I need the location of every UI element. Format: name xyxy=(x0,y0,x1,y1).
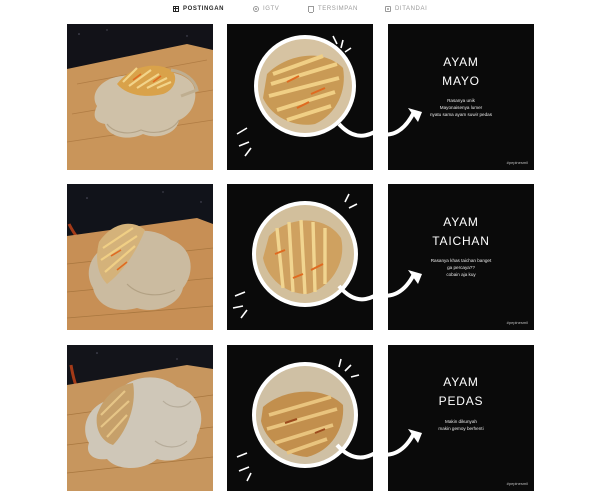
card-desc-line1: Rasanya khas taichan banget xyxy=(430,258,492,263)
post-card-ayam-pedas[interactable]: AYAM PEDAS Makin dikunyah makin gemoy be… xyxy=(388,345,534,491)
card-title-line1: AYAM xyxy=(443,375,479,389)
ayam-pedas-closeup xyxy=(227,345,373,491)
card-title-line1: AYAM xyxy=(443,215,479,229)
post-photo-ayam-pedas[interactable] xyxy=(67,345,213,491)
card-desc-line1: Makin dikunyah xyxy=(445,419,477,424)
card-hashtag: #pepinesmil xyxy=(506,481,528,486)
card-desc-line2: ga percaya?? xyxy=(447,265,475,270)
tab-postingan[interactable]: POSTINGAN xyxy=(173,6,224,12)
card-title-line2: PEDAS xyxy=(438,394,484,408)
card-desc-line2: makin gemoy berhenti xyxy=(438,426,484,431)
grid-icon xyxy=(173,6,179,12)
tab-tersimpan-label: TERSIMPAN xyxy=(318,6,358,12)
post-closeup-ayam-taichan[interactable] xyxy=(227,184,373,330)
tab-igtv[interactable]: IGTV xyxy=(253,6,279,12)
post-card-ayam-mayo[interactable]: AYAM MAYO Rasanya unik Mayonaisenya lume… xyxy=(388,24,534,170)
profile-tabs: POSTINGAN IGTV TERSIMPAN DITANDAI xyxy=(0,0,613,22)
tab-ditandai-label: DITANDAI xyxy=(395,6,428,12)
card-title-line2: MAYO xyxy=(442,74,480,88)
pastel-ayam-taichan-photo xyxy=(67,184,213,330)
card-hashtag: #pepinesmil xyxy=(506,320,528,325)
ayam-mayo-closeup xyxy=(227,24,373,170)
post-card-ayam-taichan[interactable]: AYAM TAICHAN Rasanya khas taichan banget… xyxy=(388,184,534,330)
card-hashtag: #pepinesmil xyxy=(506,160,528,165)
tab-postingan-label: POSTINGAN xyxy=(183,6,225,12)
ayam-taichan-closeup xyxy=(227,184,373,330)
igtv-icon xyxy=(253,6,259,12)
post-closeup-ayam-mayo[interactable] xyxy=(227,24,373,170)
pastel-ayam-pedas-photo xyxy=(67,345,213,491)
bookmark-icon xyxy=(308,6,314,12)
card-title-line1: AYAM xyxy=(443,55,479,69)
post-closeup-ayam-pedas[interactable] xyxy=(227,345,373,491)
tab-igtv-label: IGTV xyxy=(263,6,280,12)
card-desc-line3: cobain aja kuy xyxy=(446,272,476,277)
post-photo-ayam-mayo[interactable] xyxy=(67,24,213,170)
tab-ditandai[interactable]: DITANDAI xyxy=(385,6,427,12)
card-desc-line2: Mayonaisenya lumer xyxy=(439,105,483,110)
card-title-line2: TAICHAN xyxy=(432,234,490,248)
pastel-ayam-mayo-photo xyxy=(67,24,213,170)
tab-tersimpan[interactable]: TERSIMPAN xyxy=(308,6,358,12)
card-desc-line1: Rasanya unik xyxy=(447,98,475,103)
tag-icon xyxy=(385,6,391,12)
post-photo-ayam-taichan[interactable] xyxy=(67,184,213,330)
card-desc-line3: nyatu sama ayam suwir pedas xyxy=(429,112,493,117)
